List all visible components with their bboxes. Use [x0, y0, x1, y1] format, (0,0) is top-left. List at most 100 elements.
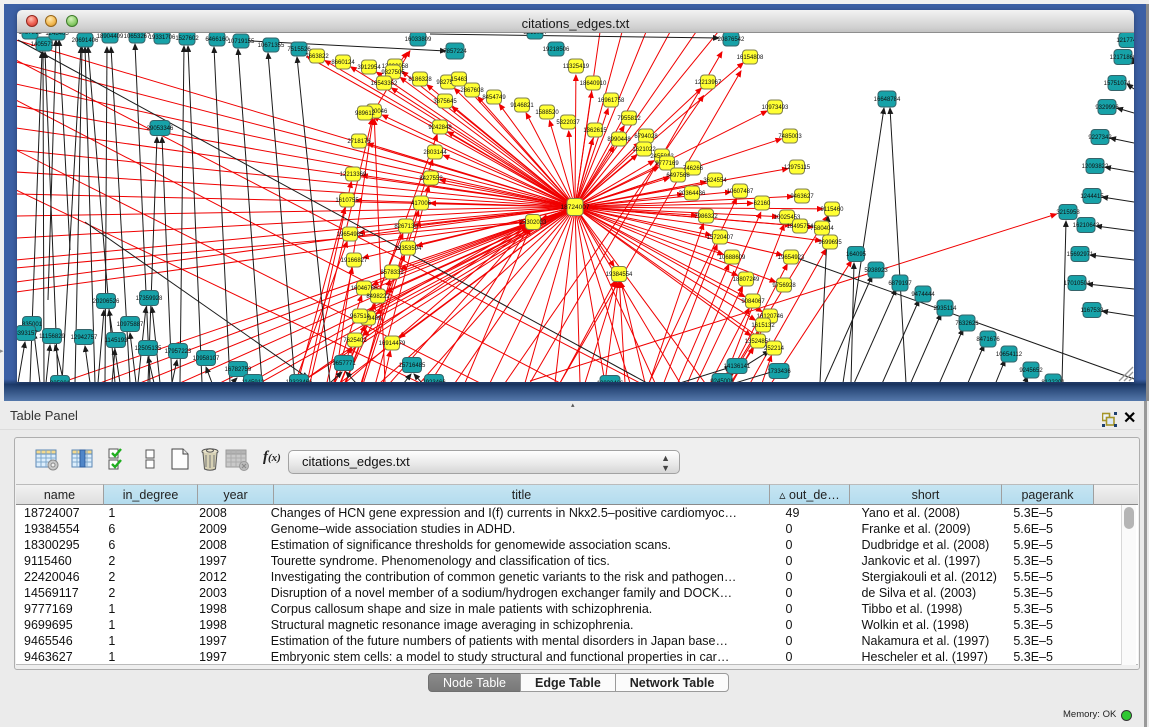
svg-text:9245008: 9245008 [710, 379, 734, 382]
svg-text:19166827: 19166827 [341, 258, 368, 264]
svg-text:16033809: 16033809 [405, 37, 432, 43]
svg-text:1244415: 1244415 [1080, 194, 1104, 200]
svg-text:15720407: 15720407 [707, 235, 734, 241]
svg-text:252214: 252214 [764, 346, 785, 352]
svg-text:12093822: 12093822 [1082, 164, 1109, 170]
svg-text:1362615: 1362615 [583, 128, 607, 134]
svg-text:7515526: 7515526 [287, 47, 311, 53]
svg-text:1167533: 1167533 [1081, 308, 1105, 314]
svg-text:16914479: 16914479 [379, 341, 406, 347]
svg-text:16961758: 16961758 [598, 98, 625, 104]
svg-text:9777169: 9777169 [655, 161, 679, 167]
svg-text:15463: 15463 [451, 77, 468, 83]
svg-text:6497568: 6497568 [666, 173, 690, 179]
svg-text:18640910: 18640910 [580, 81, 607, 87]
svg-text:8471676: 8471676 [976, 337, 1000, 343]
svg-text:9327505: 9327505 [381, 70, 405, 76]
svg-text:19654923: 19654923 [778, 255, 805, 261]
svg-text:1923466: 1923466 [422, 380, 446, 382]
svg-text:8578332: 8578332 [380, 270, 404, 276]
svg-text:9084067: 9084067 [741, 299, 765, 305]
svg-text:9463627: 9463627 [790, 194, 814, 200]
svg-text:11156829: 11156829 [39, 334, 65, 340]
svg-text:1588520: 1588520 [535, 110, 559, 116]
svg-text:16782759: 16782759 [225, 367, 252, 373]
svg-text:6879197: 6879197 [888, 281, 912, 287]
svg-text:17010504: 17010504 [1064, 281, 1091, 287]
svg-text:2867608: 2867608 [460, 88, 484, 94]
svg-text:3875645: 3875645 [433, 99, 457, 105]
svg-text:7857224: 7857224 [443, 49, 467, 55]
svg-text:23302033: 23302033 [520, 220, 547, 226]
svg-text:9115460: 9115460 [821, 207, 845, 213]
svg-text:12033466: 12033466 [597, 381, 624, 382]
svg-text:7485003: 7485003 [778, 134, 802, 140]
svg-text:1733436: 1733436 [767, 369, 791, 375]
svg-text:8427552: 8427552 [419, 176, 443, 182]
svg-text:1217744: 1217744 [1116, 38, 1134, 44]
svg-text:12942757: 12942757 [71, 335, 98, 341]
svg-text:8660124: 8660124 [331, 60, 355, 66]
svg-text:9329996: 9329996 [1095, 105, 1119, 111]
svg-text:14055712: 14055712 [31, 42, 58, 48]
svg-text:15692971: 15692971 [1067, 252, 1094, 258]
svg-text:9146821: 9146821 [510, 103, 534, 109]
svg-text:9699695: 9699695 [818, 240, 842, 246]
svg-text:19331706: 19331706 [149, 35, 176, 41]
svg-text:29053346: 29053346 [147, 126, 174, 132]
svg-text:18807249: 18807249 [733, 277, 760, 283]
svg-text:14136141: 14136141 [724, 364, 751, 370]
svg-text:62160: 62160 [754, 201, 771, 207]
svg-text:16648784: 16648784 [874, 97, 901, 103]
svg-text:16154808: 16154808 [737, 55, 764, 61]
svg-text:9474444: 9474444 [911, 292, 935, 298]
svg-text:7580404: 7580404 [810, 226, 834, 232]
svg-text:12323466: 12323466 [286, 380, 313, 382]
svg-text:8813054: 8813054 [523, 33, 547, 36]
svg-text:10958107: 10958107 [193, 356, 220, 362]
svg-text:20364436: 20364436 [679, 191, 706, 197]
svg-text:10653267: 10653267 [124, 34, 151, 40]
svg-text:989612: 989612 [355, 111, 376, 117]
svg-text:11325419: 11325419 [563, 64, 590, 70]
svg-text:20206526: 20206526 [93, 299, 120, 305]
svg-text:12213967: 12213967 [695, 80, 722, 86]
svg-text:1610755: 1610755 [335, 198, 359, 204]
svg-text:16210643: 16210643 [1073, 223, 1100, 229]
svg-text:7632621: 7632621 [955, 321, 979, 327]
svg-text:3215958: 3215958 [1056, 210, 1080, 216]
svg-text:15716485: 15716485 [399, 363, 426, 369]
svg-text:18724007: 18724007 [561, 204, 590, 211]
svg-text:9245652: 9245652 [1019, 368, 1043, 374]
svg-text:19654985: 19654985 [337, 232, 364, 238]
svg-text:935001: 935001 [50, 381, 71, 382]
svg-text:746266: 746266 [683, 166, 704, 172]
svg-text:2718176: 2718176 [347, 139, 371, 145]
svg-text:12505135: 12505135 [135, 346, 162, 352]
svg-text:12171860: 12171860 [1110, 55, 1134, 61]
svg-text:18904409: 18904409 [97, 34, 124, 40]
svg-text:1145912: 1145912 [242, 380, 266, 382]
svg-text:967514: 967514 [350, 314, 371, 320]
svg-text:7955812: 7955812 [617, 116, 641, 122]
svg-text:2935114: 2935114 [934, 306, 958, 312]
svg-text:15751074: 15751074 [1104, 81, 1131, 87]
svg-text:7663822: 7663822 [305, 54, 329, 60]
svg-text:1621022: 1621022 [632, 147, 656, 153]
svg-text:8498222: 8498222 [366, 294, 390, 300]
svg-text:19218506: 19218506 [543, 47, 570, 53]
svg-text:5938923: 5938923 [864, 268, 888, 274]
svg-text:8122201: 8122201 [1041, 380, 1065, 382]
svg-text:7625402: 7625402 [343, 338, 367, 344]
svg-text:17359928: 17359928 [136, 296, 163, 302]
svg-text:7986322: 7986322 [694, 214, 718, 220]
svg-text:19384554: 19384554 [606, 272, 633, 278]
svg-text:10688609: 10688609 [719, 255, 746, 261]
svg-text:5322037: 5322037 [556, 120, 580, 126]
svg-text:1527602: 1527602 [175, 36, 199, 42]
svg-text:12975115: 12975115 [784, 165, 811, 171]
svg-text:6794028: 6794028 [634, 134, 658, 140]
svg-text:9657771: 9657771 [332, 361, 356, 367]
svg-text:8186328: 8186328 [408, 77, 432, 83]
svg-text:10719155: 10719155 [228, 39, 255, 45]
